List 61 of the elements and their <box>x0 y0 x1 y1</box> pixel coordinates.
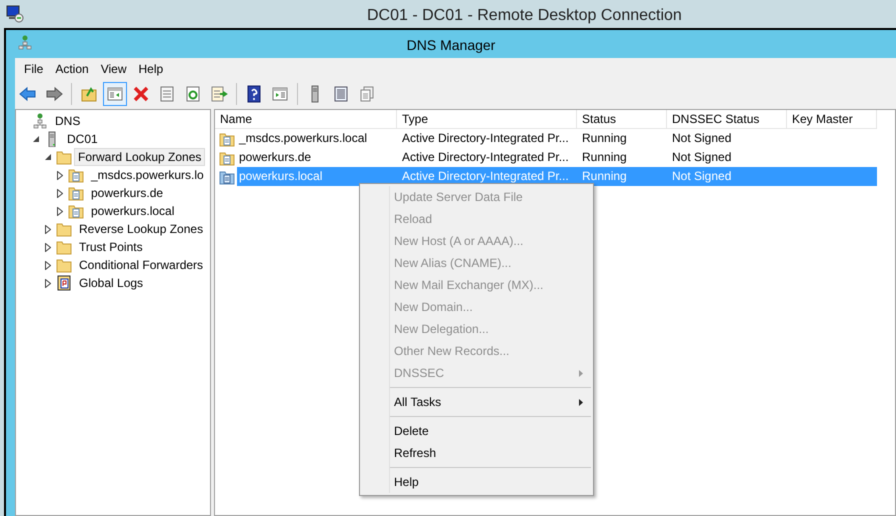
table-cell: Running <box>577 167 667 186</box>
table-cell-text: Not Signed <box>671 130 732 147</box>
tree-item[interactable]: Reverse Lookup Zones <box>74 220 208 238</box>
export-list-icon <box>209 84 229 104</box>
expand-arrow-icon[interactable] <box>54 187 66 199</box>
table-cell[interactable]: powerkurs.de <box>237 148 314 167</box>
menu-item[interactable]: Action <box>49 60 95 78</box>
folder-icon <box>56 221 72 237</box>
zone-folder-icon <box>68 167 84 183</box>
window-title: DC01 - DC01 - Remote Desktop Connection <box>367 6 682 26</box>
table-cell-text: Running <box>581 149 628 166</box>
column-header[interactable]: Status <box>577 110 667 129</box>
tree-item[interactable]: DC01 <box>62 130 103 148</box>
table-cell-text: Active Directory-Integrated Pr... <box>401 149 570 166</box>
network-icon <box>32 113 48 129</box>
menu-item[interactable]: All Tasks <box>360 391 593 413</box>
zone-folder-icon <box>68 203 84 219</box>
expand-arrow-icon[interactable] <box>42 259 54 271</box>
expand-arrow-icon[interactable] <box>42 223 54 235</box>
tree-item[interactable]: Global Logs <box>74 274 148 292</box>
expand-arrow-icon[interactable] <box>54 169 66 181</box>
table-cell: Not Signed <box>667 167 787 186</box>
network-icon <box>18 35 32 51</box>
remote-desktop-icon <box>6 5 24 23</box>
column-header[interactable]: Name <box>215 110 397 129</box>
menu-item[interactable]: Help <box>132 60 170 78</box>
menu-item[interactable]: Help <box>360 471 593 493</box>
table-cell-text: Running <box>581 130 628 147</box>
menu-item[interactable]: Delete <box>360 420 593 442</box>
column-header[interactable]: Type <box>397 110 577 129</box>
tree-item[interactable]: Conditional Forwarders <box>74 256 208 274</box>
table-cell-text: Not Signed <box>671 149 732 166</box>
folder-icon <box>56 149 72 165</box>
tree-item[interactable]: Trust Points <box>74 238 148 256</box>
tree-item[interactable]: _msdcs.powerkurs.lo <box>86 166 209 184</box>
folder-icon <box>56 239 72 255</box>
log-book-icon <box>56 275 72 291</box>
tree-item[interactable]: powerkurs.local <box>86 202 180 220</box>
zone-folder-icon <box>219 130 235 146</box>
tree-item[interactable]: DNS <box>50 112 86 130</box>
table-cell[interactable]: _msdcs.powerkurs.local <box>237 129 370 148</box>
menu-item[interactable]: File <box>18 60 50 78</box>
column-header[interactable]: DNSSEC Status <box>667 110 787 129</box>
column-header[interactable]: Key Master <box>787 110 877 129</box>
menu-item[interactable]: View <box>94 60 132 78</box>
zone-folder-icon <box>68 185 84 201</box>
expand-arrow-icon[interactable] <box>42 241 54 253</box>
menu-item[interactable]: Refresh <box>360 442 593 464</box>
table-cell-text: Active Directory-Integrated Pr... <box>401 130 570 147</box>
back-arrow-icon <box>18 84 38 104</box>
expand-arrow-icon[interactable] <box>42 277 54 289</box>
zone-folder-icon <box>219 150 235 166</box>
tree-item[interactable]: powerkurs.de <box>86 184 168 202</box>
folder-icon <box>56 257 72 273</box>
tree-item[interactable]: Forward Lookup Zones <box>74 148 206 166</box>
forward-arrow-icon <box>44 84 64 104</box>
app-title: DNS Manager <box>406 36 496 55</box>
expand-arrow-icon[interactable] <box>54 205 66 217</box>
zone-folder-icon <box>219 168 235 184</box>
console-tree-button[interactable] <box>103 82 127 106</box>
delete-icon <box>131 84 151 104</box>
